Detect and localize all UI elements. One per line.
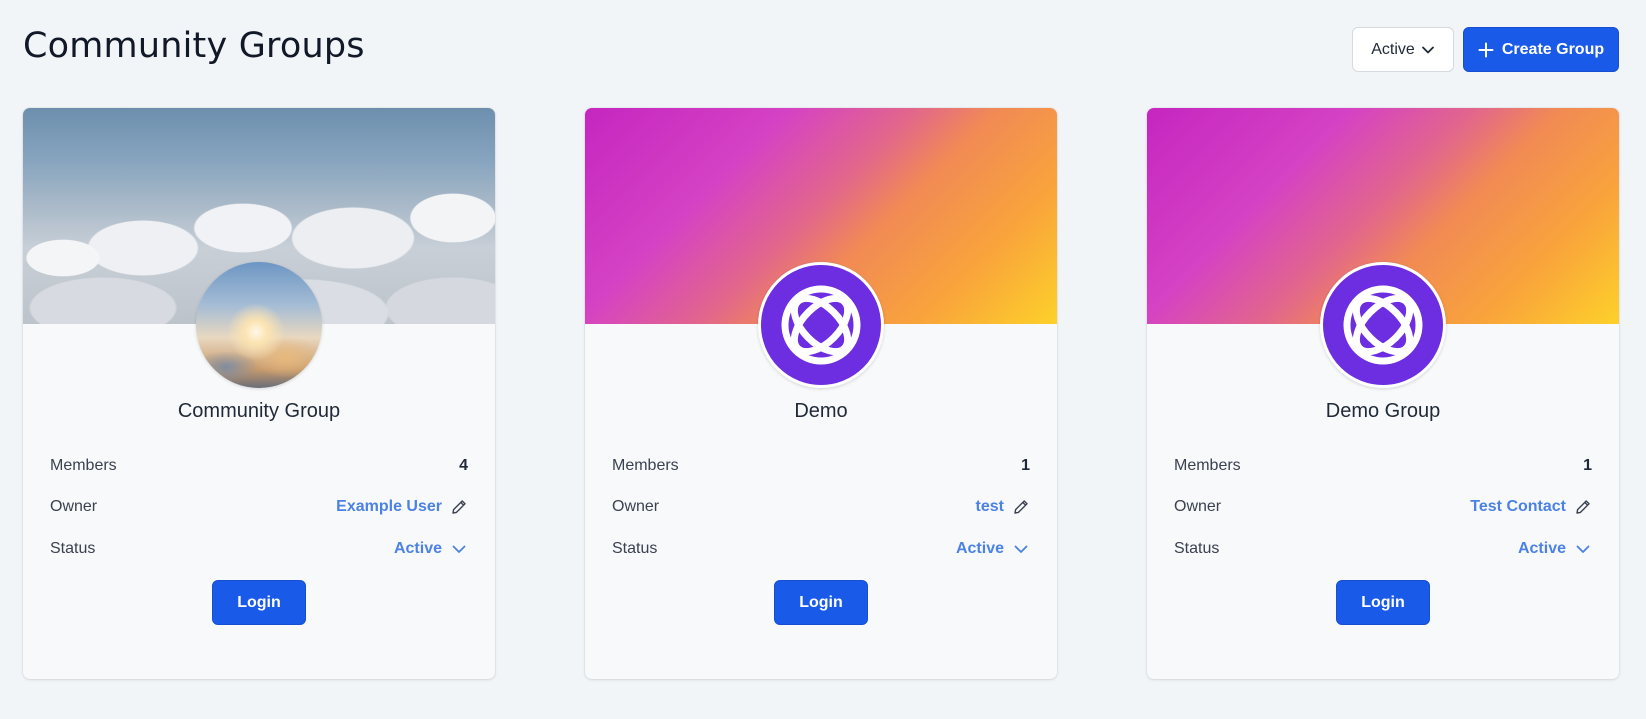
members-count: 4 bbox=[459, 457, 468, 474]
owner-value: test bbox=[976, 498, 1030, 516]
create-group-button[interactable]: Create Group bbox=[1463, 27, 1619, 72]
owner-label: Owner bbox=[612, 498, 660, 515]
group-avatar bbox=[758, 262, 884, 388]
status-dropdown[interactable]: Active bbox=[394, 540, 468, 558]
group-card: Community Group Members 4 Owner Example … bbox=[23, 108, 495, 679]
status-row: Status Active bbox=[612, 537, 1030, 561]
orbit-logo-icon bbox=[1343, 285, 1423, 365]
members-row: Members 1 bbox=[1174, 454, 1592, 478]
members-count: 1 bbox=[1021, 457, 1030, 474]
orbit-logo-icon bbox=[781, 285, 861, 365]
status-value: Active bbox=[393, 540, 442, 557]
owner-value: Test Contact bbox=[1470, 498, 1592, 516]
pencil-icon[interactable] bbox=[1012, 498, 1030, 516]
group-card: Demo Group Members 1 Owner Test Contact … bbox=[1147, 108, 1619, 679]
members-label: Members bbox=[50, 457, 117, 474]
members-label: Members bbox=[1174, 457, 1241, 474]
group-card: Demo Members 1 Owner test Status Active … bbox=[585, 108, 1057, 679]
pencil-icon[interactable] bbox=[1574, 498, 1592, 516]
owner-value: Example User bbox=[336, 498, 468, 516]
plus-icon bbox=[1478, 42, 1494, 57]
page-title: Community Groups bbox=[23, 26, 365, 66]
owner-link[interactable]: Test Contact bbox=[1470, 498, 1566, 516]
members-label: Members bbox=[612, 457, 679, 474]
members-count: 1 bbox=[1583, 457, 1592, 474]
status-filter-label: Active bbox=[1371, 40, 1415, 58]
status-label: Status bbox=[612, 540, 658, 557]
chevron-down-icon bbox=[1421, 46, 1434, 53]
status-dropdown[interactable]: Active bbox=[956, 540, 1030, 558]
owner-row: Owner Test Contact bbox=[1174, 495, 1592, 519]
chevron-down-icon bbox=[1576, 545, 1590, 553]
group-avatar bbox=[1320, 262, 1446, 388]
owner-link[interactable]: test bbox=[976, 498, 1004, 516]
chevron-down-icon bbox=[1014, 545, 1028, 553]
owner-label: Owner bbox=[1174, 498, 1222, 515]
members-row: Members 1 bbox=[612, 454, 1030, 478]
owner-row: Owner Example User bbox=[50, 495, 468, 519]
status-value: Active bbox=[955, 540, 1004, 557]
owner-row: Owner test bbox=[612, 495, 1030, 519]
status-filter-dropdown[interactable]: Active bbox=[1352, 27, 1454, 72]
login-button[interactable]: Login bbox=[1336, 580, 1430, 625]
status-dropdown[interactable]: Active bbox=[1518, 540, 1592, 558]
group-name: Community Group bbox=[177, 400, 341, 422]
status-value: Active bbox=[1517, 540, 1566, 557]
group-name: Demo Group bbox=[1325, 400, 1441, 422]
owner-label: Owner bbox=[50, 498, 98, 515]
chevron-down-icon bbox=[452, 545, 466, 553]
status-label: Status bbox=[1174, 540, 1220, 557]
owner-link[interactable]: Example User bbox=[336, 498, 442, 516]
group-name: Demo bbox=[794, 400, 848, 422]
community-groups-page: Community Groups Active Create Group Com… bbox=[0, 0, 1646, 719]
pencil-icon[interactable] bbox=[450, 498, 468, 516]
status-label: Status bbox=[50, 540, 96, 557]
members-row: Members 4 bbox=[50, 454, 468, 478]
group-avatar bbox=[196, 262, 322, 388]
login-button[interactable]: Login bbox=[212, 580, 306, 625]
status-row: Status Active bbox=[50, 537, 468, 561]
login-button[interactable]: Login bbox=[774, 580, 868, 625]
status-row: Status Active bbox=[1174, 537, 1592, 561]
create-group-label: Create Group bbox=[1501, 40, 1605, 58]
